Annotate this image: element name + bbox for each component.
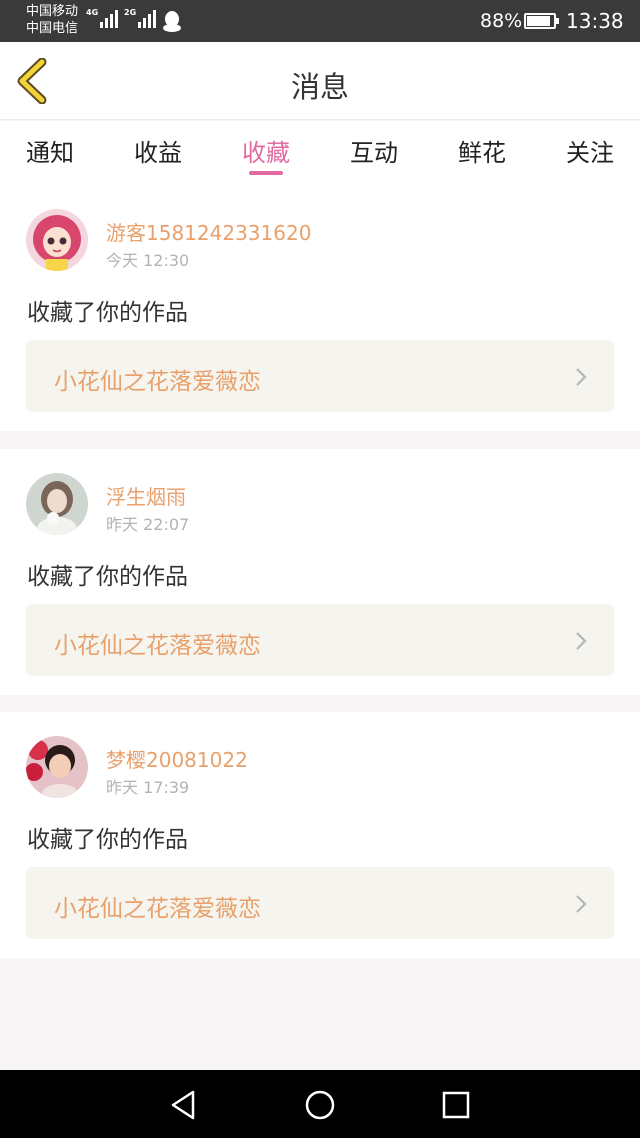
work-title: 小花仙之花落爱薇恋 xyxy=(54,896,261,922)
timestamp: 今天 12:30 xyxy=(106,251,190,270)
tab-follows[interactable]: 关注 xyxy=(566,121,614,185)
signal-bars-icon xyxy=(138,8,157,28)
avatar[interactable] xyxy=(26,736,88,798)
tab-notifications[interactable]: 通知 xyxy=(26,121,74,185)
square-recents-icon[interactable] xyxy=(439,1088,473,1122)
carrier-labels: 中国移动 中国电信 xyxy=(26,3,78,37)
signal-1: 4G xyxy=(86,8,119,28)
tab-label: 互动 xyxy=(350,139,398,167)
notification-card: 游客1581242331620 今天 12:30 收藏了你的作品 小花仙之花落爱… xyxy=(0,185,640,431)
tab-earnings[interactable]: 收益 xyxy=(134,121,182,185)
carrier-2: 中国电信 xyxy=(26,21,79,36)
cartoon-girl-avatar-icon xyxy=(26,209,88,271)
action-text: 收藏了你的作品 xyxy=(27,827,188,853)
network-type-2: 2G xyxy=(124,8,137,17)
tab-label: 通知 xyxy=(26,139,74,167)
tab-favorites[interactable]: 收藏 xyxy=(242,121,290,185)
avatar[interactable] xyxy=(26,473,88,535)
notification-card: 浮生烟雨 昨天 22:07 收藏了你的作品 小花仙之花落爱薇恋 xyxy=(0,449,640,695)
photo-avatar-icon xyxy=(26,736,88,798)
battery-level-fill xyxy=(527,16,550,26)
work-link[interactable]: 小花仙之花落爱薇恋 xyxy=(26,867,614,939)
status-time: 13:38 xyxy=(566,9,624,33)
timestamp: 昨天 17:39 xyxy=(106,778,190,797)
battery-percent: 88% xyxy=(480,10,523,32)
work-link[interactable]: 小花仙之花落爱薇恋 xyxy=(26,340,614,412)
status-bar: 中国移动 中国电信 4G 2G 88% 13:38 xyxy=(0,0,640,42)
network-type-1: 4G xyxy=(86,8,99,17)
triangle-back-icon[interactable] xyxy=(167,1088,201,1122)
battery-icon xyxy=(524,13,559,29)
tab-interactions[interactable]: 互动 xyxy=(350,121,398,185)
avatar[interactable] xyxy=(26,209,88,271)
work-title: 小花仙之花落爱薇恋 xyxy=(54,633,261,659)
carrier-1: 中国移动 xyxy=(26,4,79,19)
action-text: 收藏了你的作品 xyxy=(27,564,188,590)
chevron-right-icon xyxy=(576,632,587,650)
timestamp: 昨天 22:07 xyxy=(106,515,190,534)
work-link[interactable]: 小花仙之花落爱薇恋 xyxy=(26,604,614,676)
tab-label: 关注 xyxy=(566,139,614,167)
tab-bar: 通知 收益 收藏 互动 鲜花 关注 xyxy=(0,121,640,185)
photo-avatar-icon xyxy=(26,473,88,535)
username[interactable]: 梦樱20081022 xyxy=(106,744,248,773)
signal-bars-icon xyxy=(100,8,119,28)
tab-flowers[interactable]: 鲜花 xyxy=(458,121,506,185)
username[interactable]: 浮生烟雨 xyxy=(106,481,186,510)
tab-label: 收益 xyxy=(134,139,182,167)
work-title: 小花仙之花落爱薇恋 xyxy=(54,369,261,395)
tab-label: 鲜花 xyxy=(458,139,506,167)
chevron-right-icon xyxy=(576,895,587,913)
action-text: 收藏了你的作品 xyxy=(27,300,188,326)
signal-2: 2G xyxy=(124,8,157,28)
header: 消息 xyxy=(0,42,640,120)
tab-label: 收藏 xyxy=(242,139,290,167)
system-nav-bar xyxy=(0,1070,640,1138)
page-title: 消息 xyxy=(290,70,349,104)
username[interactable]: 游客1581242331620 xyxy=(106,217,311,246)
chevron-right-icon xyxy=(576,368,587,386)
qq-penguin-icon xyxy=(163,11,181,32)
notification-card: 梦樱20081022 昨天 17:39 收藏了你的作品 小花仙之花落爱薇恋 xyxy=(0,712,640,958)
active-tab-indicator xyxy=(249,171,283,175)
circle-home-icon[interactable] xyxy=(303,1088,337,1122)
